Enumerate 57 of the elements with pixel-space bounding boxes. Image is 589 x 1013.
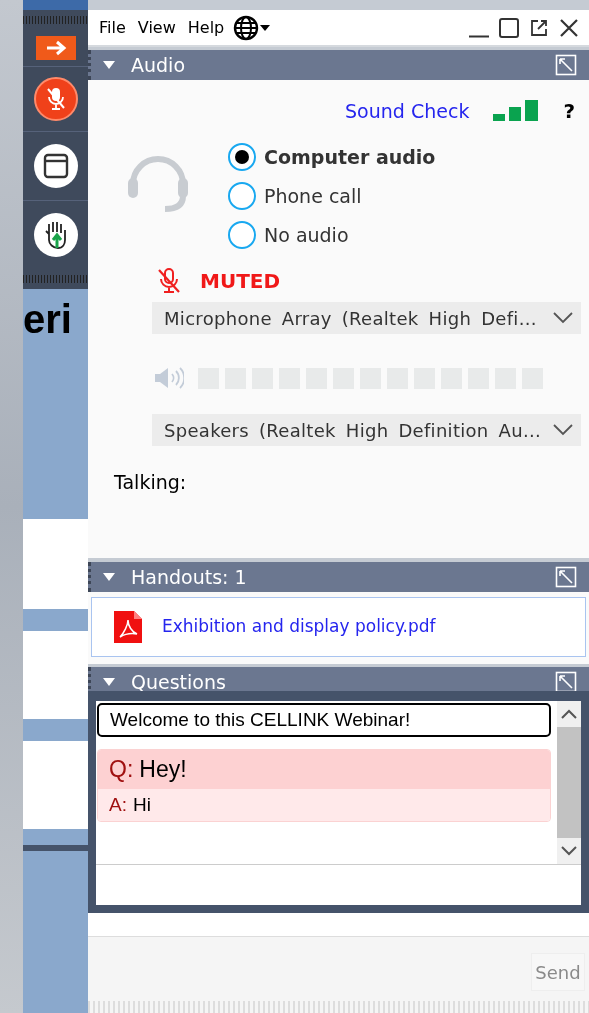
pdf-file-icon [112,609,144,645]
top-strip [23,0,88,10]
pop-out-icon[interactable] [555,566,577,588]
close-icon [559,17,579,38]
external-window-icon [530,18,548,37]
background-text: eri [23,296,72,343]
device-dropdown[interactable]: Speakers (Realtek High Definition Au... [152,414,581,446]
scrollbar[interactable] [557,701,581,864]
maximize-button[interactable] [497,15,521,40]
collapse-triangle-icon[interactable] [103,572,115,582]
arrow-right-icon [44,40,67,56]
signal-bars-icon [493,100,540,122]
collapse-triangle-icon[interactable] [103,60,115,70]
answer-label: A: [109,792,127,817]
panel-header[interactable]: Handouts: 1 [88,562,589,592]
welcome-message: Welcome to this CELLINK Webinar! [97,703,551,737]
question-text: Hey! [139,755,187,785]
panel-header[interactable]: Audio [88,50,589,80]
scroll-down-icon[interactable] [561,846,577,856]
audio-option-radio[interactable]: No audio [228,220,436,250]
collapse-triangle-icon[interactable] [103,677,115,687]
window-icon [42,153,69,179]
resize-grip[interactable] [88,1001,589,1013]
microphone-off-icon [44,86,67,112]
panel-title: Questions [131,669,227,691]
question-label: Q: [109,755,134,785]
device-dropdown[interactable]: Microphone Array (Realtek High Defi... [152,302,581,334]
raise-hand-button[interactable] [33,213,78,257]
audio-option-radio[interactable]: Computer audio [228,142,436,172]
help-button[interactable]: ? [563,96,575,126]
arrow-button[interactable] [35,36,76,60]
chevron-down-icon [553,312,573,324]
panel-title: Handouts: 1 [131,564,248,590]
answer-text: Hi [132,792,151,817]
window-button[interactable] [33,144,78,188]
menu-item[interactable]: View [134,15,179,40]
audio-option-radio[interactable]: Phone call [228,181,436,211]
microphone-muted-button[interactable] [33,77,78,121]
panel-header[interactable]: Questions [88,667,589,691]
panel-title: Audio [131,52,186,78]
microphone-off-icon [156,267,182,295]
speaker-icon [154,367,184,389]
mute-status: MUTED [200,268,281,295]
menu-item[interactable]: File [96,15,129,40]
pop-out-icon[interactable] [555,54,577,76]
caret-down-icon [260,24,271,31]
minimize-icon [469,34,489,38]
language-button[interactable] [233,14,271,41]
talking-label: Talking: [114,470,187,495]
maximize-icon [499,17,519,38]
menu-item[interactable]: Help [184,15,228,40]
dropdown-value: Microphone Array (Realtek High Defi... [164,306,538,331]
globe-icon [233,14,260,41]
scroll-up-icon[interactable] [561,709,577,719]
sound-check-link[interactable]: Sound Check [345,96,470,126]
chevron-down-icon [553,424,573,436]
dropdown-value: Speakers (Realtek High Definition Au... [164,418,542,443]
